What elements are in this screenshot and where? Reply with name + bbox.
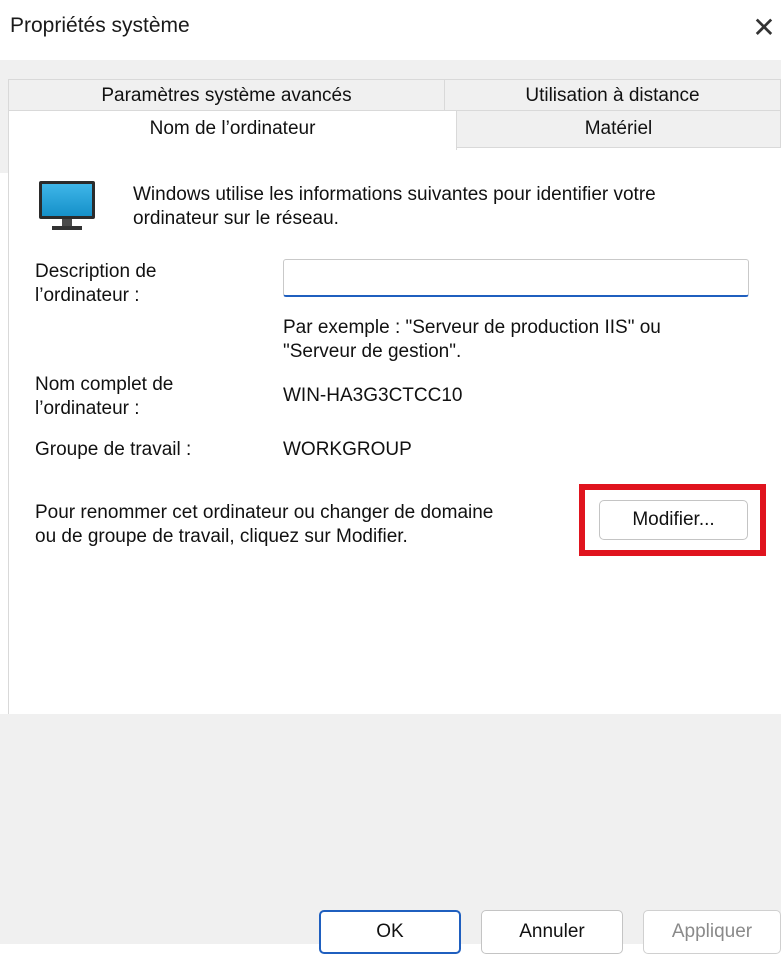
ok-button[interactable]: OK [319,910,461,954]
modify-button[interactable]: Modifier... [599,500,748,540]
close-icon[interactable]: ✕ [747,6,781,50]
description-label-line1: Description de [35,261,157,282]
title-bar: Propriétés système ✕ [0,0,781,60]
content-panel [8,147,781,715]
description-hint-line1: Par exemple : "Serveur de production IIS… [283,317,661,338]
full-name-label-line2: l’ordinateur : [35,398,140,419]
full-name-label-line1: Nom complet de [35,374,174,395]
tab-remote[interactable]: Utilisation à distance [444,79,781,111]
info-text-line1: Windows utilise les informations suivant… [133,184,656,205]
full-name-value: WIN-HA3G3CTCC10 [283,385,463,406]
rename-text-line1: Pour renommer cet ordinateur ou changer … [35,502,494,523]
cancel-button[interactable]: Annuler [481,910,623,954]
tab-hardware[interactable]: Matériel [456,110,781,148]
info-text-line2: ordinateur sur le réseau. [133,208,339,229]
description-label-line2: l’ordinateur : [35,285,140,306]
tab-advanced-settings[interactable]: Paramètres système avancés [8,79,445,111]
workgroup-label: Groupe de travail : [35,439,192,460]
tab-computer-name[interactable]: Nom de l’ordinateur [8,110,457,150]
description-input[interactable] [283,259,749,297]
workgroup-value: WORKGROUP [283,439,412,460]
rename-text-line2: ou de groupe de travail, cliquez sur Mod… [35,526,408,547]
description-hint-line2: "Serveur de gestion". [283,341,462,362]
apply-button[interactable]: Appliquer [643,910,781,954]
window-title: Propriétés système [10,14,190,37]
computer-monitor-icon [39,181,95,230]
